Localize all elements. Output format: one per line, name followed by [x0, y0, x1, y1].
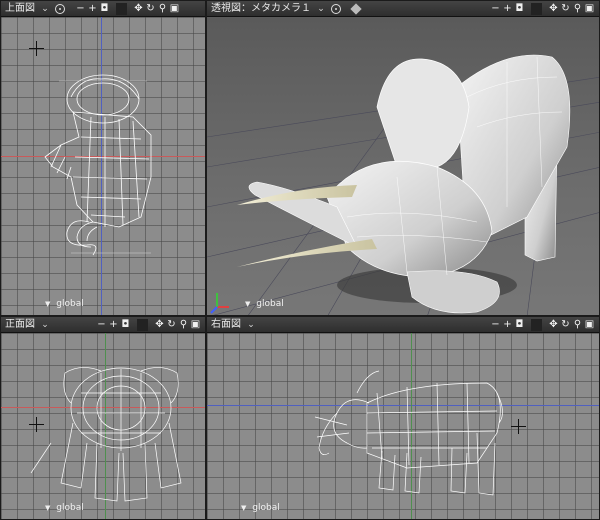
- move-icon[interactable]: ✥: [154, 319, 165, 331]
- camera-icon[interactable]: ◘: [514, 3, 525, 15]
- frame-icon[interactable]: ▣: [169, 3, 180, 15]
- move-icon[interactable]: ✥: [133, 3, 144, 15]
- frame-icon[interactable]: ▣: [584, 3, 595, 15]
- front-global-selector[interactable]: ▼ global: [45, 503, 84, 513]
- right-viewport-header: 右面図 ⌄ − + ◘ ✥ ↻ ⚲ ▣: [207, 317, 599, 333]
- perspective-viewport[interactable]: 透視図：メタカメラ１ ⌄ − + ◘ ✥ ↻ ⚲ ▣ ▼ global: [206, 0, 600, 316]
- coordinate-mode-label: global: [56, 503, 84, 513]
- dropdown-arrow-icon: ▼: [245, 300, 251, 308]
- right-viewport-title: 右面図: [211, 318, 241, 330]
- target-icon[interactable]: [331, 3, 341, 14]
- view-dropdown-button[interactable]: ⌄: [315, 3, 327, 15]
- perspective-viewport-title: 透視図：メタカメラ１: [211, 2, 311, 14]
- top-viewport[interactable]: 上面図 ⌄ − + ◘ ✥ ↻ ⚲ ▣ ▼ global: [0, 0, 206, 316]
- front-viewport-header: 正面図 ⌄ − + ◘ ✥ ↻ ⚲ ▣: [1, 317, 205, 333]
- camera-icon[interactable]: ◘: [514, 319, 525, 331]
- dropdown-arrow-icon: ▼: [45, 300, 51, 308]
- search-icon[interactable]: ⚲: [572, 3, 583, 15]
- zoom-out-button[interactable]: −: [490, 3, 501, 15]
- search-icon[interactable]: ⚲: [178, 319, 189, 331]
- top-viewport-header: 上面図 ⌄ − + ◘ ✥ ↻ ⚲ ▣: [1, 1, 205, 17]
- front-viewport[interactable]: 正面図 ⌄ − + ◘ ✥ ↻ ⚲ ▣ ▼ global: [0, 316, 206, 520]
- divider: [531, 2, 542, 15]
- zoom-in-button[interactable]: +: [87, 3, 98, 15]
- dropdown-arrow-icon: ▼: [241, 504, 247, 512]
- right-global-selector[interactable]: ▼ global: [241, 503, 280, 513]
- zoom-in-button[interactable]: +: [502, 319, 513, 331]
- search-icon[interactable]: ⚲: [157, 3, 168, 15]
- zoom-out-button[interactable]: −: [490, 319, 501, 331]
- move-icon[interactable]: ✥: [548, 3, 559, 15]
- target-icon[interactable]: [55, 3, 65, 14]
- coordinate-mode-label: global: [56, 299, 84, 309]
- perspective-global-selector[interactable]: ▼ global: [245, 299, 284, 309]
- right-viewport-tools: − + ◘ ✥ ↻ ⚲ ▣: [490, 318, 595, 331]
- zoom-out-button[interactable]: −: [96, 319, 107, 331]
- elephant-wireframe-right: [314, 370, 503, 496]
- camera-icon[interactable]: ◘: [120, 319, 131, 331]
- dropdown-arrow-icon: ▼: [45, 504, 51, 512]
- rotate-icon[interactable]: ↻: [166, 319, 177, 331]
- search-icon[interactable]: ⚲: [572, 319, 583, 331]
- view-dropdown-button[interactable]: ⌄: [39, 319, 51, 331]
- perspective-viewport-tools: − + ◘ ✥ ↻ ⚲ ▣: [490, 2, 595, 15]
- cube-icon[interactable]: [350, 2, 362, 15]
- elephant-wireframe-front: [30, 367, 182, 502]
- view-dropdown-button[interactable]: ⌄: [245, 319, 257, 331]
- shade3d-window: 上面図 ⌄ − + ◘ ✥ ↻ ⚲ ▣ ▼ global 透視図：メタカメラ１ …: [0, 0, 600, 520]
- top-viewport-tools: − + ◘ ✥ ↻ ⚲ ▣: [75, 2, 180, 15]
- zoom-out-button[interactable]: −: [75, 3, 86, 15]
- elephant-wireframe-top: [44, 74, 152, 256]
- frame-icon[interactable]: ▣: [190, 319, 201, 331]
- move-icon[interactable]: ✥: [548, 319, 559, 331]
- rotate-icon[interactable]: ↻: [560, 3, 571, 15]
- coordinate-mode-label: global: [256, 299, 284, 309]
- frame-icon[interactable]: ▣: [584, 319, 595, 331]
- coordinate-mode-label: global: [252, 503, 280, 513]
- right-viewport[interactable]: 右面図 ⌄ − + ◘ ✥ ↻ ⚲ ▣ ▼ global: [206, 316, 600, 520]
- rotate-icon[interactable]: ↻: [560, 319, 571, 331]
- divider: [531, 318, 542, 331]
- front-viewport-title: 正面図: [5, 318, 35, 330]
- axis-gizmo: [210, 293, 229, 314]
- divider: [116, 2, 127, 15]
- elephant-shaded-perspective: [207, 54, 599, 315]
- zoom-in-button[interactable]: +: [108, 319, 119, 331]
- zoom-in-button[interactable]: +: [502, 3, 513, 15]
- divider: [137, 318, 148, 331]
- perspective-viewport-header: 透視図：メタカメラ１ ⌄ − + ◘ ✥ ↻ ⚲ ▣: [207, 1, 599, 17]
- camera-icon[interactable]: ◘: [99, 3, 110, 15]
- rotate-icon[interactable]: ↻: [145, 3, 156, 15]
- top-viewport-title: 上面図: [5, 2, 35, 14]
- front-viewport-tools: − + ◘ ✥ ↻ ⚲ ▣: [96, 318, 201, 331]
- top-global-selector[interactable]: ▼ global: [45, 299, 84, 309]
- view-dropdown-button[interactable]: ⌄: [39, 3, 51, 15]
